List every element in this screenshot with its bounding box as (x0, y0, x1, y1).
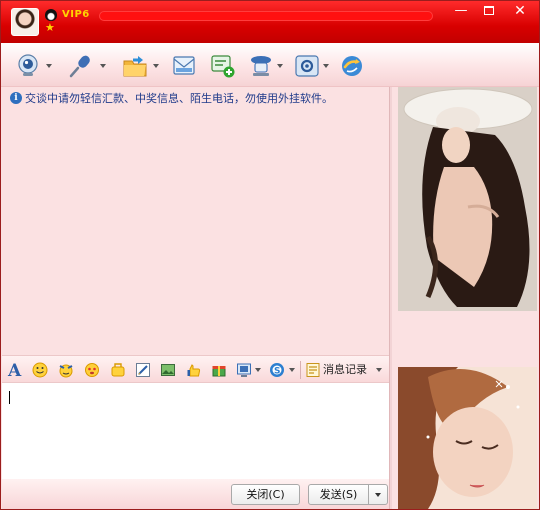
payment-icon[interactable]: S (269, 362, 285, 378)
magic-emoji-icon[interactable] (58, 362, 74, 378)
vip-badge[interactable]: VIP6 (62, 9, 90, 20)
remote-assist-button[interactable] (248, 53, 288, 79)
video-call-button[interactable] (15, 53, 55, 79)
microphone-icon (69, 55, 90, 78)
font-icon[interactable]: A (6, 361, 24, 379)
info-icon: i (10, 92, 22, 104)
folder-icon (123, 56, 147, 77)
security-notice-text: 交谈中请勿轻信汇款、中奖信息、陌生电话，勿使用外挂软件。 (25, 92, 333, 105)
send-mail-button[interactable] (171, 53, 197, 79)
format-separator (300, 361, 301, 379)
text-caret (9, 391, 10, 404)
chat-history-pane[interactable] (2, 87, 389, 355)
title-bar[interactable]: VIP6 ★ — ✕ (1, 1, 539, 43)
level-star-icon[interactable]: ★ (45, 22, 55, 34)
video-dropdown-arrow[interactable] (46, 64, 52, 68)
apps-dropdown-arrow[interactable] (323, 64, 329, 68)
history-dropdown-arrow[interactable] (376, 368, 382, 372)
toolbar (1, 43, 539, 87)
voice-call-button[interactable] (68, 53, 108, 79)
assist-icon (251, 56, 271, 76)
svg-text:A: A (7, 361, 22, 379)
emoji-icon[interactable] (32, 362, 48, 378)
apps-icon (295, 55, 319, 77)
screen-capture-icon[interactable] (236, 362, 252, 378)
file-transfer-button[interactable] (122, 53, 162, 79)
voice-dropdown-arrow[interactable] (100, 64, 106, 68)
screen-capture-dropdown-arrow[interactable] (255, 368, 261, 372)
add-discussion-icon (211, 55, 235, 78)
close-window-button[interactable]: ✕ (503, 3, 537, 21)
security-notice: i 交谈中请勿轻信汇款、中奖信息、陌生电话，勿使用外挂软件。 (10, 91, 390, 107)
send-button[interactable]: 发送(S) (308, 484, 369, 505)
minimize-button[interactable]: — (447, 3, 475, 21)
voice-message-icon[interactable] (110, 362, 126, 378)
mail-icon (173, 56, 195, 75)
svg-text:S: S (274, 367, 280, 377)
gift-icon[interactable] (211, 362, 227, 378)
contact-show-pane (392, 87, 539, 509)
create-discussion-button[interactable] (210, 53, 236, 79)
webcam-icon (18, 54, 38, 76)
send-options-button[interactable] (368, 484, 388, 505)
contact-show-image-bottom (398, 367, 537, 509)
doodle-icon[interactable] (135, 362, 151, 378)
maximize-button[interactable] (475, 3, 503, 21)
send-options-arrow (375, 493, 381, 497)
qq-penguin-icon (45, 9, 57, 21)
contact-show-image-top (398, 87, 537, 311)
message-history-icon[interactable] (305, 362, 321, 378)
maximize-icon (484, 6, 494, 15)
assist-dropdown-arrow[interactable] (277, 64, 283, 68)
contact-avatar[interactable] (11, 8, 39, 36)
chat-window: VIP6 ★ — ✕ i 交谈中请勿轻信汇款、中奖信息、陌生电话，勿使用外挂软件… (0, 0, 540, 510)
format-toolbar: A S 消息记录 (2, 355, 389, 383)
contact-signature-bar (99, 11, 433, 21)
message-history-button[interactable]: 消息记录 (323, 362, 367, 378)
action-bar: 关闭(C) 发送(S) (2, 479, 389, 509)
file-dropdown-arrow[interactable] (153, 64, 159, 68)
message-input[interactable] (2, 383, 389, 479)
close-chat-button[interactable]: 关闭(C) (231, 484, 300, 505)
screenshot-icon[interactable] (160, 362, 176, 378)
payment-dropdown-arrow[interactable] (289, 368, 295, 372)
share-icon (342, 56, 362, 76)
share-button[interactable] (339, 53, 365, 79)
apps-button[interactable] (294, 53, 334, 79)
hand-gesture-icon[interactable] (186, 362, 202, 378)
shake-window-icon[interactable] (84, 362, 100, 378)
